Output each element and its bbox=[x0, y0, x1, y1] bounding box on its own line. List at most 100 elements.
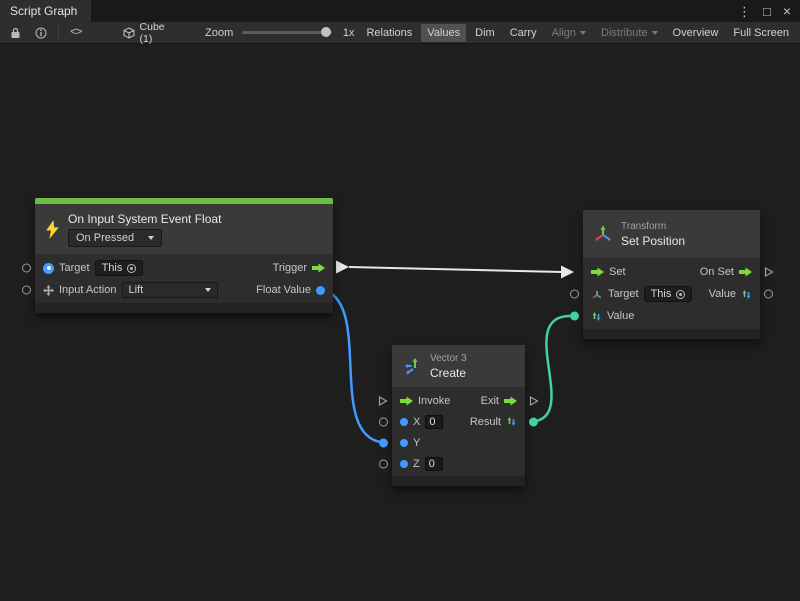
vector3-icon bbox=[402, 356, 422, 376]
value-input-port[interactable] bbox=[570, 312, 579, 321]
transform-target-row: Target This Value bbox=[583, 283, 760, 305]
x-row: X Result bbox=[392, 411, 525, 432]
transform-target-value: This bbox=[651, 288, 672, 300]
node-on-input-system-event-float[interactable]: On Input System Event Float On Pressed T… bbox=[35, 198, 333, 313]
z-input-port[interactable] bbox=[379, 459, 388, 468]
z-label: Z bbox=[413, 458, 420, 470]
z-value-field[interactable] bbox=[425, 457, 443, 471]
tab-bar: Script Graph ⋮ □ × bbox=[0, 0, 800, 22]
target-object-value: This bbox=[102, 262, 123, 274]
transform-node-title: Set Position bbox=[621, 234, 685, 248]
info-icon[interactable] bbox=[30, 24, 52, 42]
target-object-field[interactable]: This bbox=[95, 260, 144, 276]
node-footer bbox=[583, 329, 760, 339]
y-row: Y bbox=[392, 432, 525, 453]
on-set-output-port[interactable] bbox=[764, 267, 774, 278]
event-mode-value: On Pressed bbox=[76, 232, 134, 244]
float-value-port[interactable] bbox=[316, 286, 325, 295]
x-label: X bbox=[413, 416, 420, 428]
set-row: Set On Set bbox=[583, 261, 760, 283]
cube-icon bbox=[123, 27, 135, 39]
input-system-icon bbox=[43, 263, 54, 274]
zoom-label: Zoom bbox=[205, 27, 233, 39]
target-label: Target bbox=[59, 262, 90, 274]
flow-arrow-icon bbox=[504, 396, 517, 406]
input-action-value: Lift bbox=[129, 284, 144, 296]
relations-button[interactable]: Relations bbox=[360, 24, 418, 42]
transform-target-field[interactable]: This bbox=[644, 286, 693, 302]
transform-value-row: Value bbox=[583, 305, 760, 327]
kebab-menu-icon[interactable]: ⋮ bbox=[738, 5, 751, 18]
invoke-input-port[interactable] bbox=[378, 395, 388, 406]
tab-title: Script Graph bbox=[10, 4, 77, 18]
align-button[interactable]: Align bbox=[546, 24, 592, 42]
transform-target-port[interactable] bbox=[570, 290, 579, 299]
set-label: Set bbox=[609, 266, 626, 278]
zoom-value: 1x bbox=[343, 27, 355, 39]
float-value-label: Float Value bbox=[256, 284, 311, 296]
vector3-node-body: Invoke Exit X Result bbox=[392, 387, 525, 476]
lightning-icon bbox=[45, 220, 60, 239]
z-row: Z bbox=[392, 453, 525, 474]
on-set-label: On Set bbox=[700, 266, 734, 278]
transform-icon bbox=[593, 225, 613, 243]
result-label: Result bbox=[470, 416, 501, 428]
trigger-label: Trigger bbox=[273, 262, 307, 274]
value-input-label: Value bbox=[607, 310, 634, 322]
transform-node-header: Transform Set Position bbox=[583, 210, 760, 258]
flow-arrow-icon bbox=[739, 267, 752, 277]
z-type-dot bbox=[400, 460, 408, 468]
graph-toolbar: <> Cube (1) Zoom 1x Relations Values Dim… bbox=[0, 22, 800, 44]
input-action-label: Input Action bbox=[59, 284, 117, 296]
input-action-row: Input Action Lift Float Value bbox=[35, 279, 333, 301]
zoom-slider-knob[interactable] bbox=[321, 27, 331, 37]
vector3-node-title: Create bbox=[430, 366, 467, 380]
node-vector3-create[interactable]: Vector 3 Create Invoke Exit bbox=[392, 345, 525, 486]
exit-label: Exit bbox=[481, 395, 499, 407]
x-input-port[interactable] bbox=[379, 417, 388, 426]
target-input-port[interactable] bbox=[22, 264, 31, 273]
caret-down-icon bbox=[148, 236, 154, 240]
exit-output-port[interactable] bbox=[529, 395, 539, 406]
node-transform-set-position[interactable]: Transform Set Position Set On Set bbox=[583, 210, 760, 339]
caret-down-icon bbox=[205, 288, 211, 292]
toolbar-separator bbox=[58, 26, 59, 39]
input-action-dropdown[interactable]: Lift bbox=[122, 282, 218, 298]
input-action-port[interactable] bbox=[22, 286, 31, 295]
code-view-icon[interactable]: <> bbox=[65, 24, 87, 42]
dim-button[interactable]: Dim bbox=[469, 24, 501, 42]
result-output-port[interactable] bbox=[529, 417, 538, 426]
axis-mini-icon bbox=[591, 289, 603, 300]
fullscreen-button[interactable]: Full Screen bbox=[727, 24, 795, 42]
graph-target-selector[interactable]: Cube (1) bbox=[117, 21, 187, 45]
graph-target-label: Cube (1) bbox=[140, 21, 181, 45]
value-output-port[interactable] bbox=[764, 290, 773, 299]
y-label: Y bbox=[413, 437, 420, 449]
lock-icon[interactable] bbox=[5, 24, 27, 42]
flow-arrow-icon bbox=[312, 263, 325, 273]
distribute-button[interactable]: Distribute bbox=[595, 24, 663, 42]
invoke-row: Invoke Exit bbox=[392, 390, 525, 411]
tab-script-graph[interactable]: Script Graph bbox=[0, 0, 91, 22]
vector-type-icon bbox=[506, 416, 517, 427]
x-value-field[interactable] bbox=[425, 415, 443, 429]
event-mode-dropdown[interactable]: On Pressed bbox=[68, 229, 162, 247]
zoom-slider[interactable] bbox=[242, 31, 332, 34]
overview-button[interactable]: Overview bbox=[667, 24, 725, 42]
close-icon[interactable]: × bbox=[783, 4, 791, 18]
carry-button[interactable]: Carry bbox=[504, 24, 543, 42]
transform-target-label: Target bbox=[608, 288, 639, 300]
x-type-dot bbox=[400, 418, 408, 426]
value-output-label: Value bbox=[709, 288, 736, 300]
y-input-port[interactable] bbox=[379, 438, 388, 447]
transform-node-type: Transform bbox=[621, 221, 685, 232]
values-button[interactable]: Values bbox=[421, 24, 466, 42]
caret-down-icon bbox=[652, 31, 658, 35]
maximize-icon[interactable]: □ bbox=[763, 5, 771, 18]
target-row: Target This Trigger bbox=[35, 257, 333, 279]
y-type-dot bbox=[400, 439, 408, 447]
vector3-node-type: Vector 3 bbox=[430, 353, 467, 364]
graph-canvas[interactable]: On Input System Event Float On Pressed T… bbox=[0, 44, 800, 601]
invoke-label: Invoke bbox=[418, 395, 450, 407]
dpad-icon bbox=[43, 285, 54, 296]
